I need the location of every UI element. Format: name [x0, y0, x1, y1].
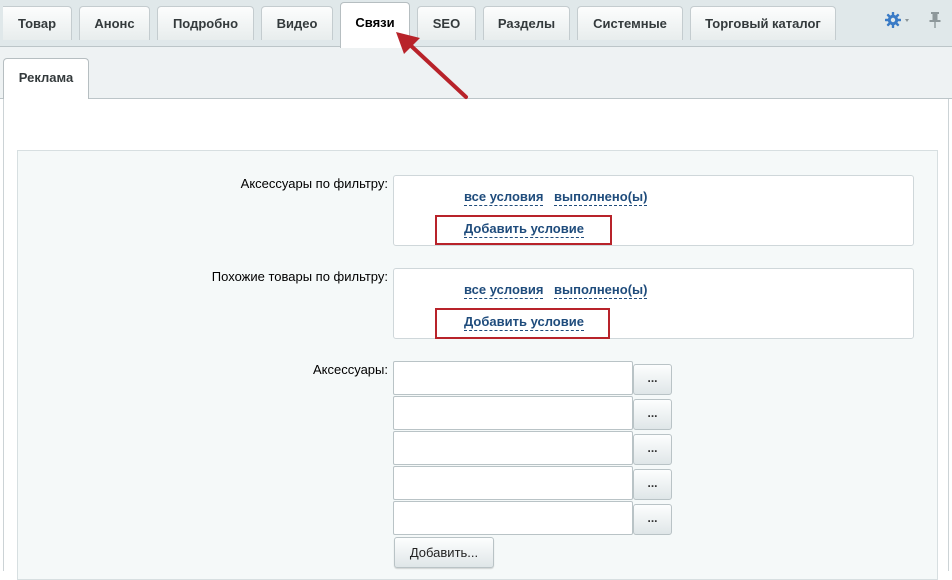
- fulfilled-link[interactable]: выполнено(ы): [554, 282, 648, 299]
- tab-links[interactable]: Связи: [340, 2, 410, 48]
- accessory-browse-button[interactable]: ...: [633, 364, 672, 395]
- tab-trade-catalog[interactable]: Торговый каталог: [690, 6, 836, 40]
- gear-icon[interactable]: [884, 11, 910, 32]
- tab-product[interactable]: Товар: [3, 6, 72, 40]
- accessory-input[interactable]: [393, 396, 633, 430]
- accessory-input[interactable]: [393, 431, 633, 465]
- fulfilled-link[interactable]: выполнено(ы): [554, 189, 648, 206]
- pin-icon[interactable]: [928, 11, 942, 32]
- tab-announce[interactable]: Анонс: [79, 6, 150, 40]
- add-condition-highlight: [435, 215, 612, 245]
- accessories-label: Аксессуары:: [312, 362, 388, 377]
- add-condition-highlight: [435, 308, 610, 339]
- tab-seo[interactable]: SEO: [417, 6, 476, 40]
- subtab-advertising[interactable]: Реклама: [3, 58, 89, 99]
- all-conditions-link[interactable]: все условия: [464, 282, 544, 299]
- tab-content: Аксессуары по фильтру: все условия выпол…: [3, 99, 949, 580]
- accessory-browse-button[interactable]: ...: [633, 399, 672, 430]
- all-conditions-link[interactable]: все условия: [464, 189, 544, 206]
- tab-details[interactable]: Подробно: [157, 6, 254, 40]
- subtab-bar: Реклама: [0, 47, 952, 99]
- tab-video[interactable]: Видео: [261, 6, 333, 40]
- accessory-input[interactable]: [393, 501, 633, 535]
- similar-filter-label: Похожие товары по фильтру:: [211, 269, 388, 284]
- accessory-browse-button[interactable]: ...: [633, 504, 672, 535]
- tab-sections[interactable]: Разделы: [483, 6, 570, 40]
- accessory-input[interactable]: [393, 361, 633, 395]
- tab-system[interactable]: Системные: [577, 6, 683, 40]
- accessory-browse-button[interactable]: ...: [633, 434, 672, 465]
- accessories-filter-conditions: все условия выполнено(ы) Добавить услови…: [393, 175, 914, 246]
- similar-filter-conditions: все условия выполнено(ы) Добавить услови…: [393, 268, 914, 339]
- accessory-input[interactable]: [393, 466, 633, 500]
- tab-bar: Товар Анонс Подробно Видео Связи SEO Раз…: [0, 0, 952, 48]
- accessory-browse-button[interactable]: ...: [633, 469, 672, 500]
- add-accessory-button[interactable]: Добавить...: [394, 537, 494, 568]
- links-form-panel: Аксессуары по фильтру: все условия выпол…: [17, 150, 938, 580]
- accessories-filter-label: Аксессуары по фильтру:: [240, 176, 388, 191]
